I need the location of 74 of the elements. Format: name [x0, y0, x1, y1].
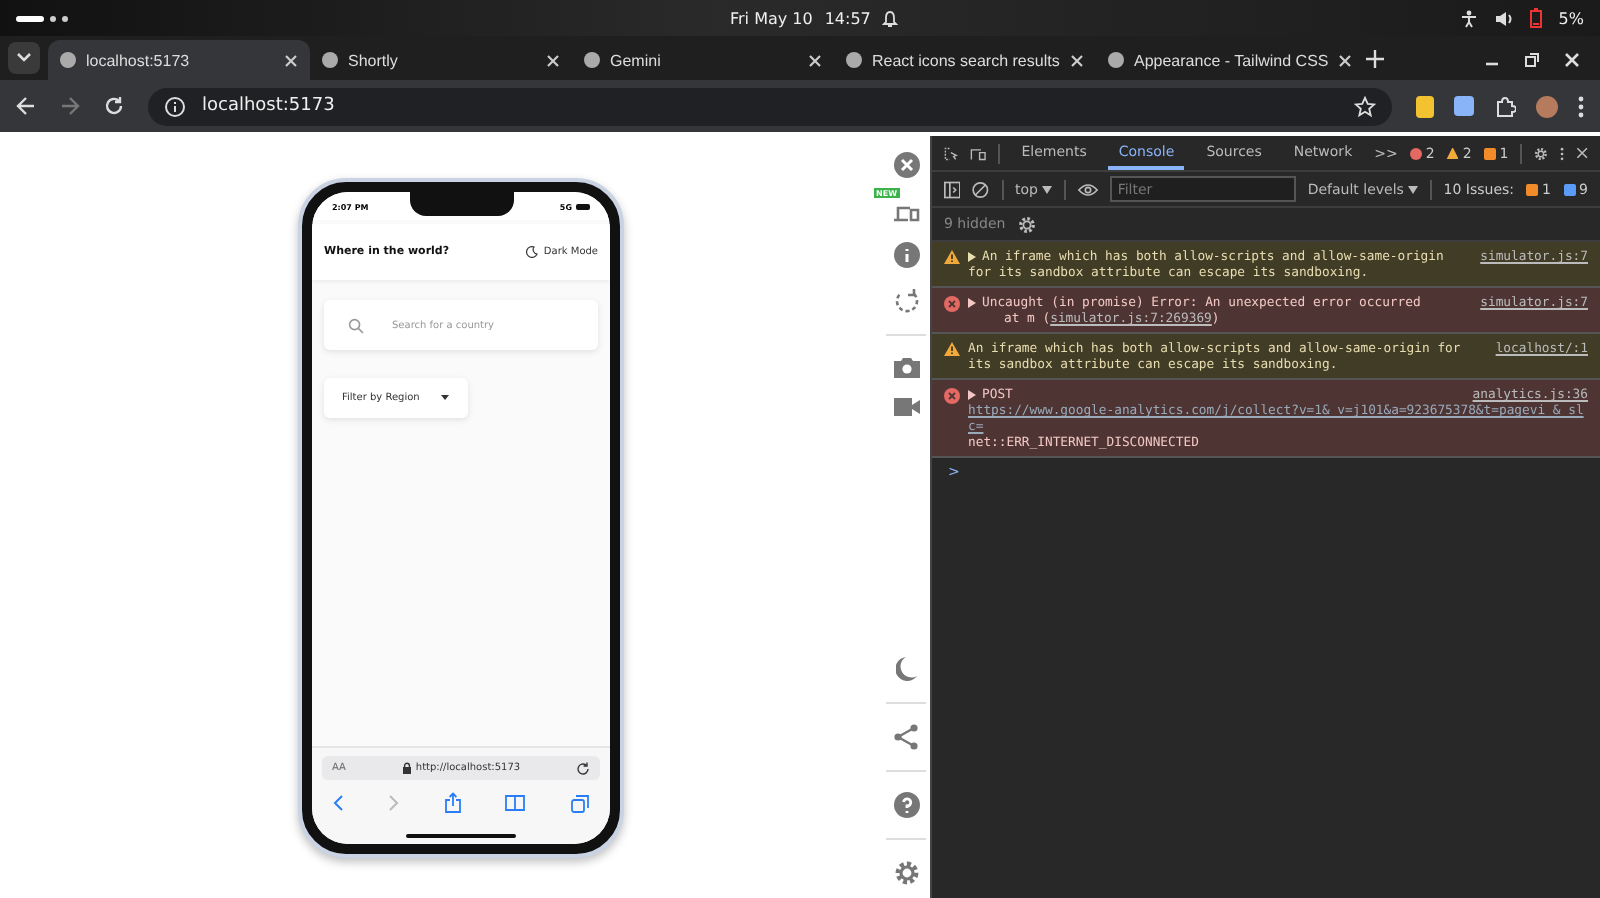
- sidebar-icon[interactable]: [944, 179, 961, 199]
- settings-icon[interactable]: [893, 860, 919, 886]
- caret-icon: [1042, 185, 1052, 193]
- rotate-icon[interactable]: [893, 288, 919, 314]
- forward-icon[interactable]: [60, 96, 80, 116]
- tab-search-button[interactable]: [8, 42, 40, 74]
- browser-tab[interactable]: localhost:5173: [48, 40, 310, 80]
- restore-icon[interactable]: [1524, 52, 1540, 68]
- battery-icon: [576, 203, 590, 209]
- help-icon[interactable]: [893, 792, 919, 818]
- site-info-icon[interactable]: [164, 95, 186, 117]
- inspect-icon[interactable]: [944, 143, 958, 163]
- close-tab-icon[interactable]: [808, 53, 822, 67]
- browser-tab[interactable]: Gemini: [572, 40, 834, 80]
- extension-icon[interactable]: [1416, 95, 1434, 117]
- date-text: Fri May 10: [730, 9, 813, 27]
- caret-icon: [439, 394, 450, 402]
- search-icon: [348, 317, 364, 333]
- speaker-icon[interactable]: [1494, 9, 1515, 27]
- book-icon[interactable]: [504, 794, 527, 812]
- close-tab-icon[interactable]: [1338, 53, 1353, 67]
- puzzle-icon[interactable]: [1494, 95, 1516, 117]
- browser-tab[interactable]: React icons search results: [834, 40, 1096, 80]
- reload-icon[interactable]: [576, 761, 590, 775]
- browser-tab[interactable]: Appearance - Tailwind CSS: [1096, 40, 1358, 80]
- info-icon[interactable]: [893, 242, 919, 268]
- eye-icon[interactable]: [1077, 181, 1098, 197]
- home-indicator: [406, 834, 516, 838]
- browser-tab[interactable]: Shortly: [310, 40, 572, 80]
- accessibility-icon[interactable]: [1460, 9, 1479, 27]
- tab-favicon-icon: [846, 52, 862, 68]
- expand-triangle-icon[interactable]: [968, 389, 976, 399]
- bookmark-star-icon[interactable]: [1354, 95, 1376, 117]
- video-camera-icon[interactable]: [893, 398, 919, 416]
- new-tab-icon[interactable]: [1366, 50, 1384, 68]
- close-tab-icon[interactable]: [1070, 53, 1084, 67]
- battery-percent: 5%: [1558, 9, 1584, 27]
- address-bar[interactable]: localhost:5173: [148, 87, 1392, 125]
- caret-icon: [1407, 185, 1418, 193]
- time-text: 14:57: [824, 9, 871, 27]
- device-toolbar-icon[interactable]: [969, 143, 987, 163]
- moon-icon[interactable]: [895, 656, 917, 682]
- tab-favicon-icon: [60, 52, 76, 68]
- settings-icon[interactable]: [1017, 215, 1036, 233]
- clear-console-icon[interactable]: [972, 179, 990, 199]
- tab-favicon-icon: [1108, 52, 1124, 68]
- extension-icon[interactable]: [1454, 96, 1474, 116]
- error-icon: [944, 388, 960, 404]
- workspace-indicator-icon[interactable]: [16, 15, 68, 21]
- close-tab-icon[interactable]: [546, 53, 560, 67]
- more-menu-icon[interactable]: [1578, 95, 1584, 117]
- expand-triangle-icon[interactable]: [968, 251, 976, 261]
- close-icon[interactable]: [1564, 52, 1580, 68]
- close-tab-icon[interactable]: [284, 53, 298, 67]
- warning-icon: [944, 250, 960, 264]
- phone-notch: [409, 192, 513, 216]
- warning-icon: [944, 342, 960, 356]
- moon-icon: [525, 246, 538, 258]
- lock-icon: [401, 762, 412, 774]
- camera-icon[interactable]: [893, 356, 919, 378]
- share-icon[interactable]: [894, 724, 918, 750]
- chevron-down-icon: [16, 52, 32, 64]
- share-icon[interactable]: [443, 792, 461, 814]
- error-icon: [944, 296, 960, 312]
- tab-favicon-icon: [584, 52, 600, 68]
- settings-icon[interactable]: [1533, 143, 1548, 163]
- expand-triangle-icon[interactable]: [968, 297, 976, 307]
- more-menu-icon[interactable]: [1559, 143, 1564, 163]
- profile-avatar[interactable]: [1536, 95, 1558, 117]
- tabs-icon[interactable]: [570, 793, 590, 813]
- bell-icon[interactable]: [882, 9, 899, 27]
- battery-icon: [1530, 8, 1543, 28]
- tab-favicon-icon: [322, 52, 338, 68]
- close-icon[interactable]: [1575, 144, 1588, 162]
